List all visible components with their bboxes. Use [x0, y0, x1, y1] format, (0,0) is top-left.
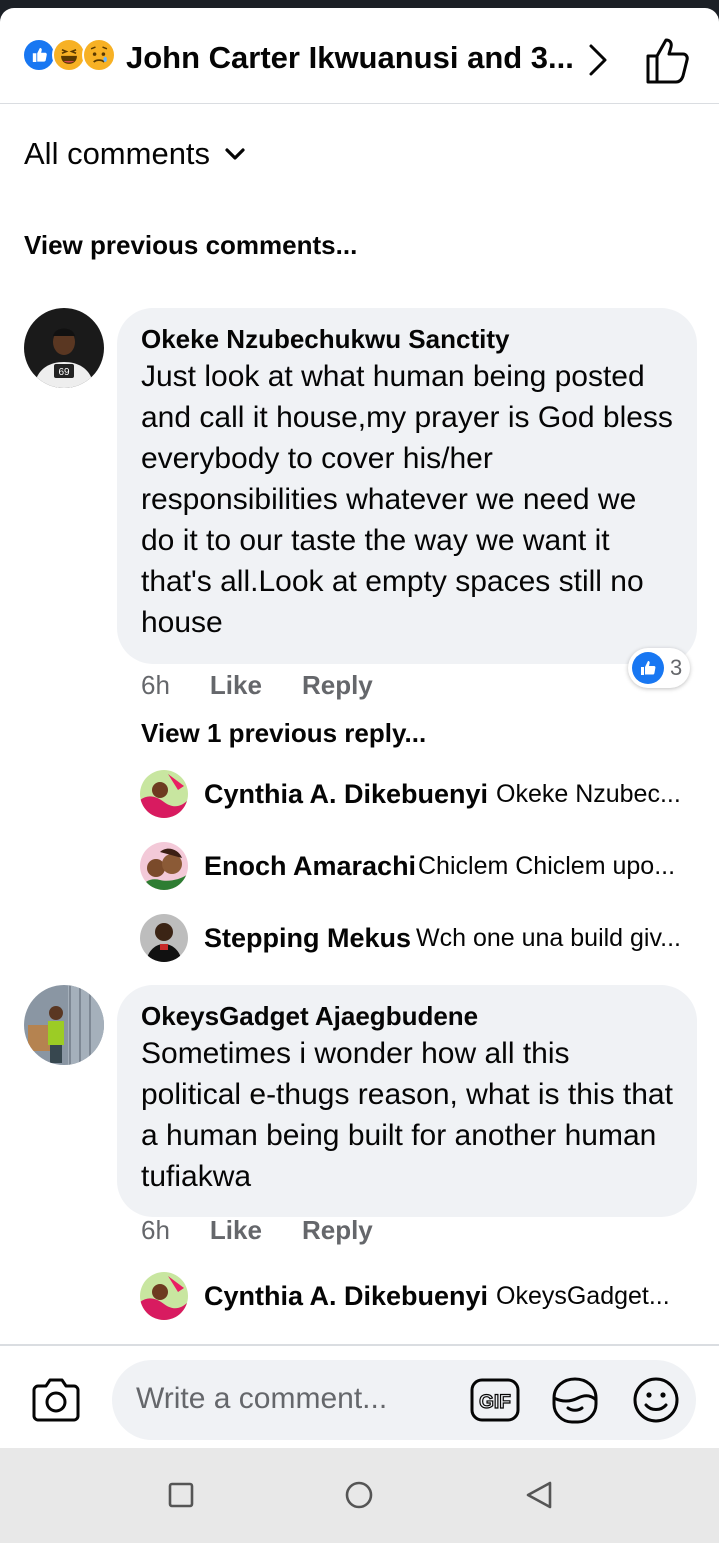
comment-input-placeholder: Write a comment...	[136, 1382, 388, 1415]
reply-author[interactable]: Enoch Amarachi	[204, 851, 416, 882]
reply-text: Chiclem Chiclem upo...	[418, 851, 676, 880]
chevron-down-icon	[225, 148, 245, 160]
reply-author[interactable]: Cynthia A. Dikebuenyi	[204, 779, 488, 810]
comment-text: Just look at what human being posted and…	[141, 360, 673, 639]
comment-author[interactable]: OkeysGadget Ajaegbudene	[141, 999, 673, 1033]
sticker-icon[interactable]	[550, 1376, 600, 1424]
avatar	[140, 1272, 188, 1320]
comment-bubble[interactable]: OkeysGadget Ajaegbudene Sometimes i wond…	[117, 985, 697, 1217]
comment-text: Sometimes i wonder how all this politica…	[141, 1037, 673, 1193]
comments-sheet: John Carter Ikwuanusi and 3... All comme…	[0, 8, 719, 1448]
like-button[interactable]: Like	[210, 670, 262, 701]
avatar	[140, 914, 188, 962]
reactors-summary[interactable]: John Carter Ikwuanusi and 3...	[126, 40, 574, 76]
recent-apps-icon[interactable]	[168, 1482, 194, 1508]
gif-icon[interactable]: GIF	[470, 1378, 520, 1422]
reply-button[interactable]: Reply	[302, 670, 373, 701]
comment-composer: Write a comment... GIF	[0, 1344, 719, 1448]
reaction-icons	[22, 38, 122, 72]
reply-text: OkeysGadget...	[496, 1281, 670, 1310]
reply-preview[interactable]: Cynthia A. Dikebuenyi Okeke Nzubec...	[140, 770, 700, 818]
reply-preview[interactable]: Stepping Mekus Wch one una build giv...	[140, 914, 700, 962]
comment-actions: 6h Like Reply	[141, 670, 373, 701]
camera-icon[interactable]	[30, 1376, 82, 1422]
svg-text:GIF: GIF	[479, 1392, 511, 1413]
view-previous-replies-link[interactable]: View 1 previous reply...	[141, 718, 426, 749]
reply-button[interactable]: Reply	[302, 1215, 373, 1246]
view-previous-comments-link[interactable]: View previous comments...	[24, 230, 357, 261]
like-button[interactable]: Like	[210, 1215, 262, 1246]
avatar[interactable]	[24, 985, 104, 1065]
comment-timestamp: 6h	[141, 1215, 170, 1245]
thumbs-up-icon[interactable]	[644, 34, 692, 86]
back-icon[interactable]	[524, 1480, 554, 1510]
reply-text: Okeke Nzubec...	[496, 779, 681, 808]
emoji-icon[interactable]	[632, 1376, 680, 1424]
comment-input[interactable]: Write a comment... GIF	[112, 1360, 696, 1440]
svg-text:69: 69	[58, 367, 70, 378]
comment-actions: 6h Like Reply	[141, 1215, 373, 1246]
reply-author[interactable]: Stepping Mekus	[204, 923, 411, 954]
system-navigation-bar	[0, 1448, 719, 1543]
comment-bubble[interactable]: Okeke Nzubechukwu Sanctity Just look at …	[117, 308, 697, 664]
comment-timestamp: 6h	[141, 670, 170, 700]
reply-author[interactable]: Cynthia A. Dikebuenyi	[204, 1281, 488, 1312]
reply-text: Wch one una build giv...	[416, 923, 681, 952]
reaction-count: 3	[670, 655, 683, 680]
comment-filter-label: All comments	[24, 136, 211, 171]
avatar	[140, 842, 188, 890]
haha-reaction-icon	[52, 38, 86, 72]
home-icon[interactable]	[344, 1480, 374, 1510]
comment-author[interactable]: Okeke Nzubechukwu Sanctity	[141, 322, 673, 356]
like-reaction-icon	[632, 652, 664, 684]
reactions-header[interactable]: John Carter Ikwuanusi and 3...	[0, 8, 719, 104]
comment-filter-dropdown[interactable]: All comments	[24, 136, 246, 172]
reaction-count-badge[interactable]: 3	[628, 648, 690, 688]
reply-preview[interactable]: Cynthia A. Dikebuenyi OkeysGadget...	[140, 1272, 700, 1320]
reply-preview[interactable]: Enoch Amarachi Chiclem Chiclem upo...	[140, 842, 700, 890]
like-reaction-icon	[22, 38, 56, 72]
chevron-right-icon[interactable]	[584, 42, 614, 78]
avatar	[140, 770, 188, 818]
avatar[interactable]: 69	[24, 308, 104, 388]
sad-reaction-icon	[82, 38, 116, 72]
